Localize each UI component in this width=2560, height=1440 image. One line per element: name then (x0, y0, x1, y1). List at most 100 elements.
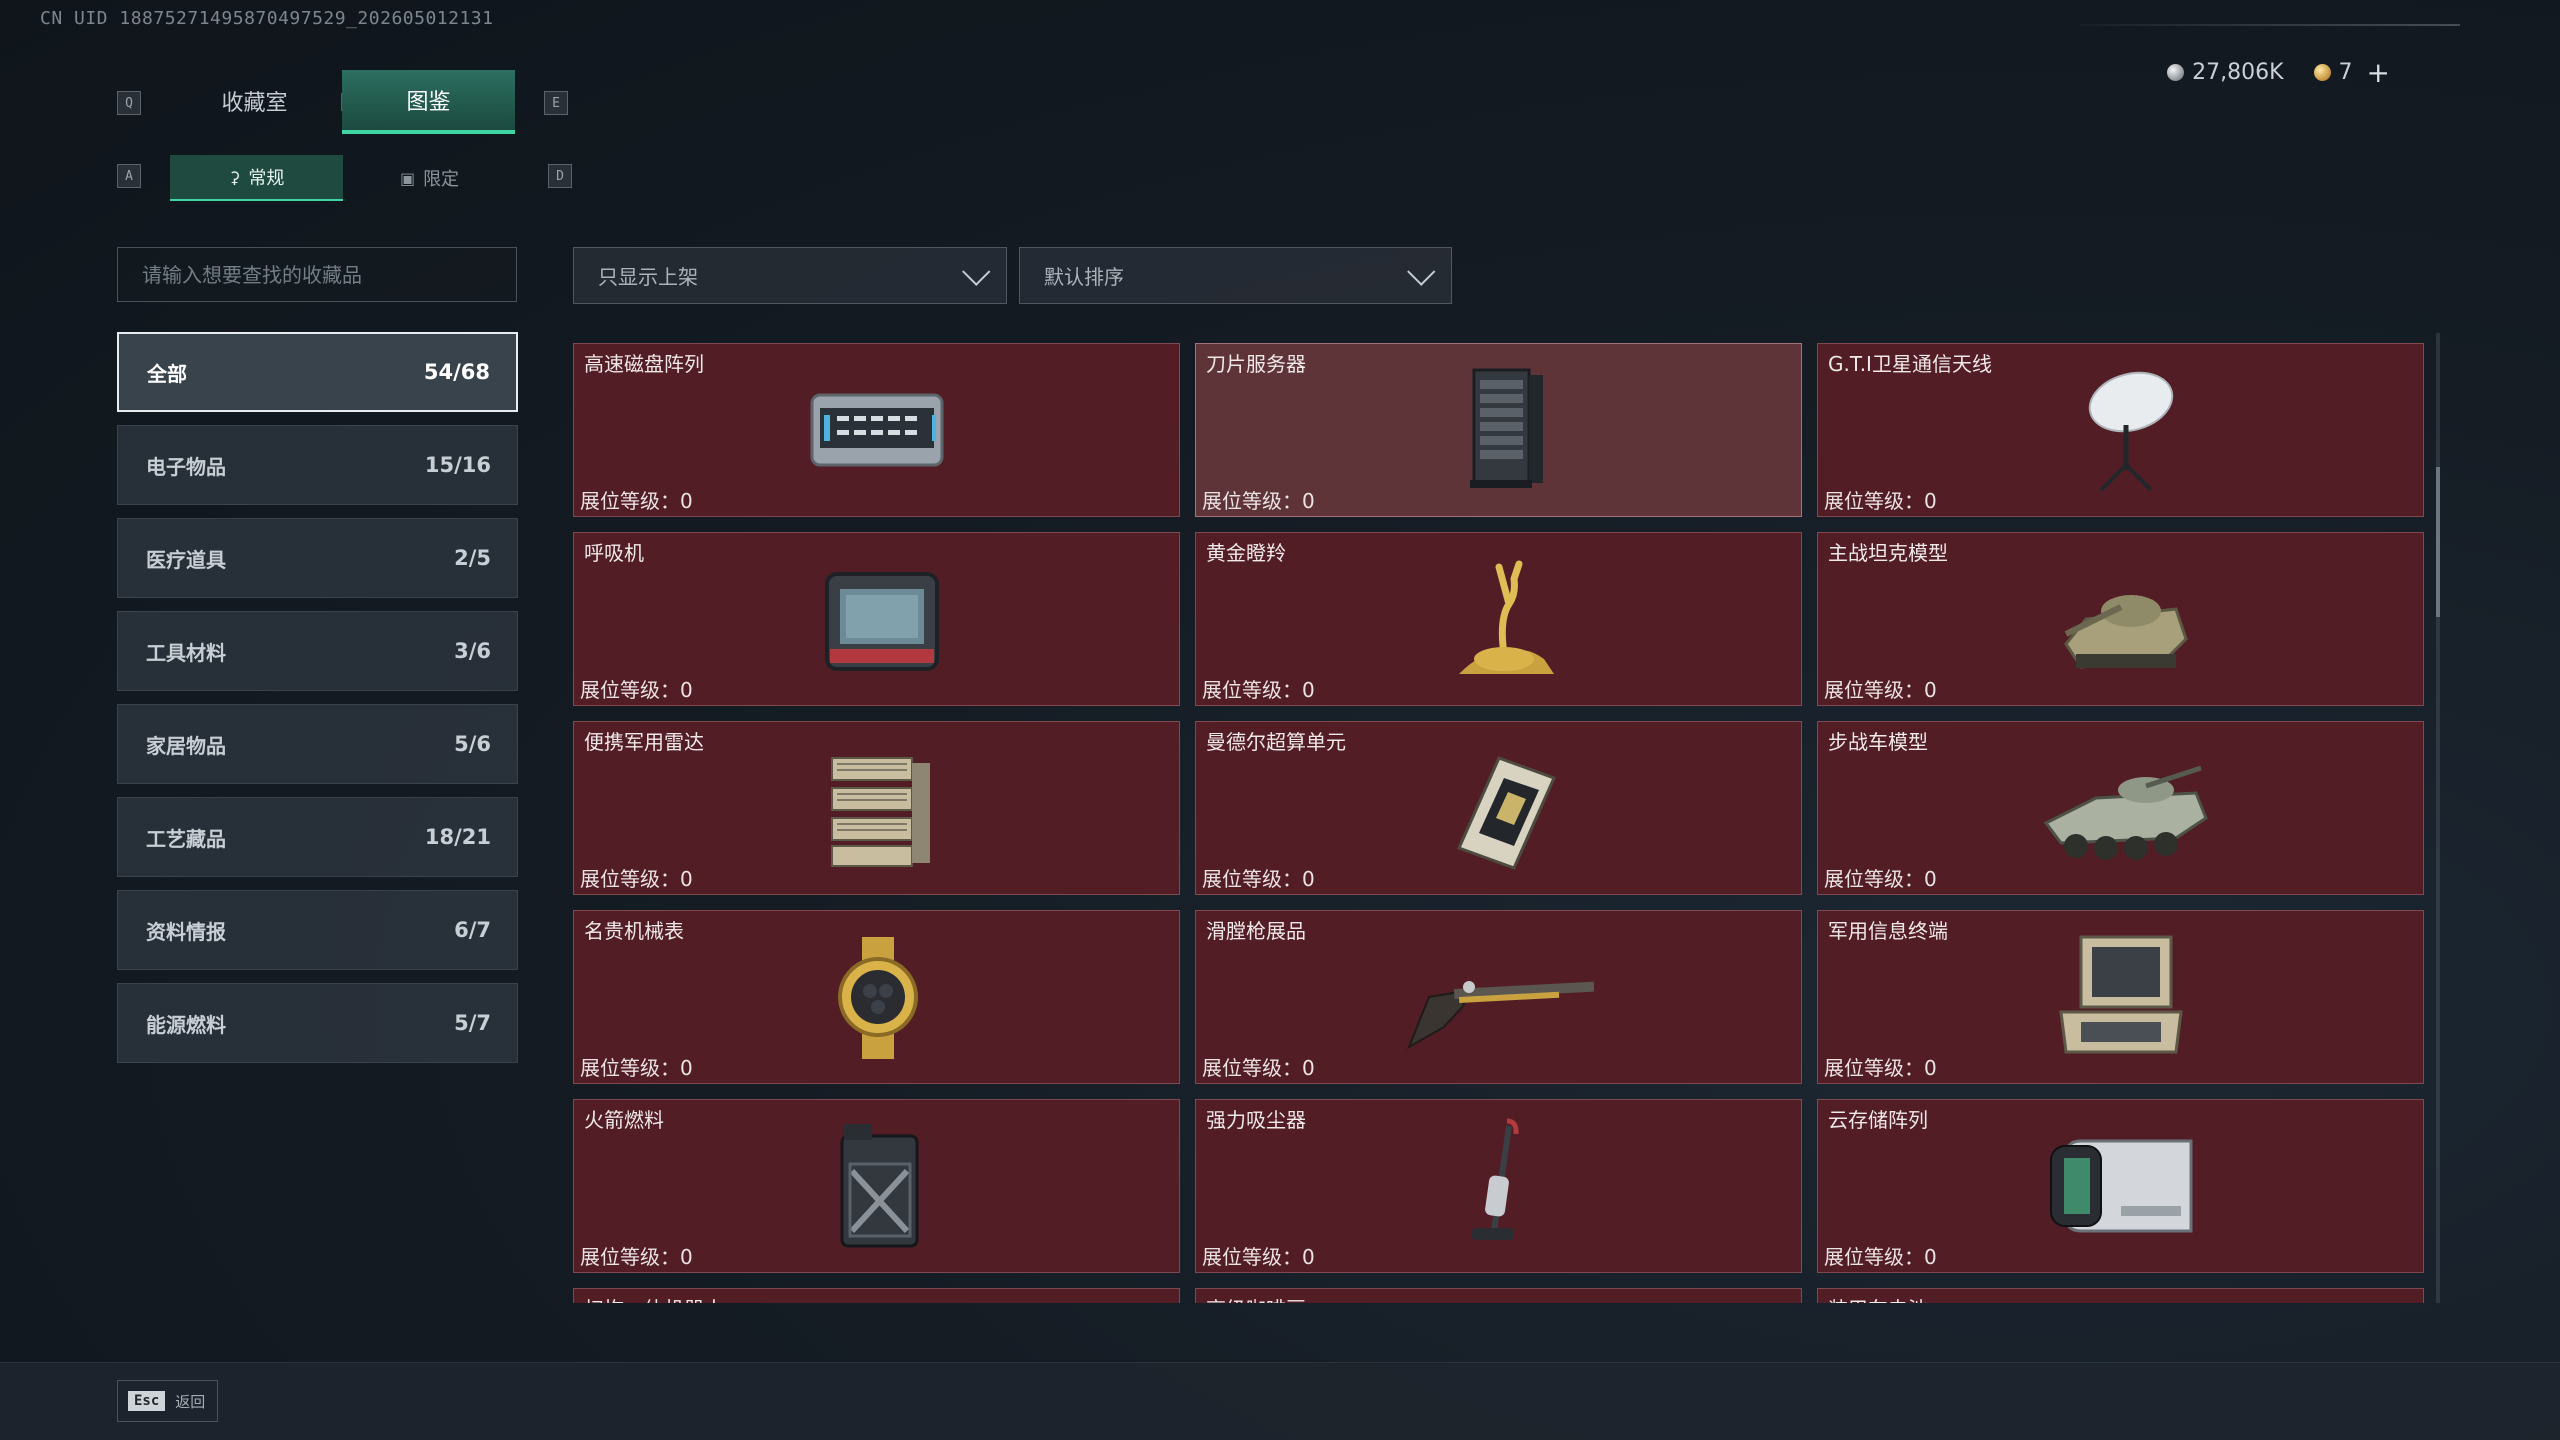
tank-model-icon (2026, 549, 2216, 689)
category-energy[interactable]: 能源燃料 5/7 (117, 983, 518, 1063)
display-filter-dropdown[interactable]: 只显示上架 (573, 247, 1007, 304)
item-card[interactable]: 黄金瞪羚展位等级：0 (1195, 532, 1802, 706)
category-count: 54/68 (423, 360, 490, 384)
item-name: 便携军用雷达 (584, 730, 704, 754)
category-intel[interactable]: 资料情报 6/7 (117, 890, 518, 970)
fuel-canister-icon (782, 1116, 972, 1256)
satellite-dish-icon (2026, 360, 2216, 500)
search-box[interactable] (117, 247, 517, 302)
item-display-level: 展位等级：0 (1824, 489, 1937, 513)
item-card[interactable]: 装甲车电池 (1817, 1288, 2424, 1303)
item-card[interactable]: 云存储阵列展位等级：0 (1817, 1099, 2424, 1273)
tab-collection-room[interactable]: 收藏室 (168, 70, 341, 132)
item-grid: 高速磁盘阵列 展位等级：0 刀片服务器 展位等级：0 G.T.I卫星通信天线 展位等级：0… (573, 343, 2425, 1303)
grid-scrollbar[interactable] (2436, 333, 2440, 1303)
ventilator-icon (782, 549, 972, 689)
category-crafts[interactable]: 工艺藏品 18/21 (117, 797, 518, 877)
category-all[interactable]: 全部 54/68 (117, 332, 518, 412)
item-display-level: 展位等级：0 (580, 867, 693, 891)
key-hint-a: A (117, 164, 141, 188)
sort-dropdown[interactable]: 默认排序 (1019, 247, 1452, 304)
supercomputer-unit-icon (1404, 738, 1594, 878)
add-currency-button[interactable]: + (2367, 56, 2390, 89)
subtab-label: 常规 (248, 168, 285, 189)
item-card[interactable]: 呼吸机展位等级：0 (573, 532, 1180, 706)
radar-icon (782, 738, 972, 878)
scroll-thumb[interactable] (2436, 467, 2440, 617)
item-name: 步战车模型 (1828, 730, 1928, 754)
item-card[interactable]: 强力吸尘器 展位等级：0 (1195, 1099, 1802, 1273)
musket-icon (1404, 927, 1594, 1067)
item-display-level: 展位等级：0 (1202, 1245, 1315, 1269)
image-icon: ▣ (399, 168, 416, 188)
tab-label: 收藏室 (221, 91, 288, 116)
silver-coin-icon (2167, 64, 2185, 81)
dropdown-value: 只显示上架 (598, 265, 698, 289)
category-label: 资料情报 (146, 919, 226, 944)
silver-amount: 27,806K (2192, 60, 2284, 85)
item-display-level: 展位等级：0 (580, 1245, 693, 1269)
main-tabs: 收藏室 图鉴 (168, 70, 515, 134)
category-count: 18/21 (424, 825, 491, 849)
item-card[interactable]: 火箭燃料展位等级：0 (573, 1099, 1180, 1273)
search-input[interactable] (140, 261, 494, 288)
item-card[interactable]: 主战坦克模型 展位等级：0 (1817, 532, 2424, 706)
item-name: 曼德尔超算单元 (1206, 730, 1346, 754)
item-card[interactable]: 滑膛枪展品 展位等级：0 (1195, 910, 1802, 1084)
category-household[interactable]: 家居物品 5/6 (117, 704, 518, 784)
tab-codex[interactable]: 图鉴 (342, 70, 515, 134)
item-name: 云存储阵列 (1828, 1108, 1928, 1132)
item-card[interactable]: 名贵机械表 展位等级：0 (573, 910, 1180, 1084)
subtab-regular[interactable]: ⚳ 常规 (170, 155, 343, 201)
item-display-level: 展位等级：0 (1202, 678, 1315, 702)
category-label: 医疗道具 (146, 547, 226, 572)
key-hint-e: E (544, 91, 568, 115)
category-tools[interactable]: 工具材料 3/6 (117, 611, 518, 691)
category-label: 全部 (147, 361, 187, 386)
item-name: 高级咖啡豆 (1206, 1293, 1306, 1303)
currency-bar: 27,806K 7 + (2167, 56, 2390, 89)
item-name: G.T.I卫星通信天线 (1828, 352, 1992, 376)
ifv-model-icon (2026, 738, 2216, 878)
item-name: 呼吸机 (584, 541, 644, 565)
item-card[interactable]: G.T.I卫星通信天线展位等级：0 (1817, 343, 2424, 517)
item-card[interactable]: 高速磁盘阵列 展位等级：0 (573, 343, 1180, 517)
item-card[interactable]: 曼德尔超算单元 展位等级：0 (1195, 721, 1802, 895)
top-decor-line (2080, 24, 2460, 26)
item-display-level: 展位等级：0 (580, 678, 693, 702)
item-card[interactable]: 步战车模型 展位等级：0 (1817, 721, 2424, 895)
back-button[interactable]: Esc 返回 (117, 1380, 219, 1422)
category-count: 15/16 (424, 453, 491, 477)
item-card[interactable]: 扫拖一体机器人 (573, 1288, 1180, 1303)
key-hint-d: D (548, 164, 572, 188)
item-card[interactable]: 军用信息终端 展位等级：0 (1817, 910, 2424, 1084)
item-card[interactable]: 便携军用雷达展位等级：0 (573, 721, 1180, 895)
tab-label: 图鉴 (406, 90, 451, 115)
category-electronics[interactable]: 电子物品 15/16 (117, 425, 518, 505)
item-name: 扫拖一体机器人 (584, 1293, 724, 1303)
chevron-down-icon (1407, 257, 1436, 286)
terminal-case-icon (2026, 927, 2216, 1067)
category-count: 2/5 (454, 546, 491, 570)
dropdown-value: 默认排序 (1044, 265, 1124, 289)
item-card[interactable]: 刀片服务器 展位等级：0 (1195, 343, 1802, 517)
item-name: 装甲车电池 (1828, 1293, 1928, 1303)
cloud-storage-icon (2026, 1116, 2216, 1256)
item-card[interactable]: 高级咖啡豆 (1195, 1288, 1802, 1303)
subtab-limited[interactable]: ▣ 限定 (343, 155, 516, 201)
category-medical[interactable]: 医疗道具 2/5 (117, 518, 518, 598)
item-display-level: 展位等级：0 (1824, 1245, 1937, 1269)
flask-icon: ⚳ (228, 167, 241, 187)
item-display-level: 展位等级：0 (580, 1056, 693, 1080)
item-name: 军用信息终端 (1828, 919, 1948, 943)
item-name: 黄金瞪羚 (1206, 541, 1286, 565)
item-name: 火箭燃料 (584, 1108, 664, 1132)
category-count: 3/6 (454, 639, 491, 663)
subtab-label: 限定 (423, 169, 460, 190)
disk-array-icon (782, 360, 972, 500)
back-label: 返回 (175, 1392, 206, 1411)
category-label: 工艺藏品 (146, 826, 226, 851)
item-name: 滑膛枪展品 (1206, 919, 1306, 943)
esc-key-hint: Esc (128, 1391, 166, 1411)
category-count: 5/7 (454, 1011, 491, 1035)
